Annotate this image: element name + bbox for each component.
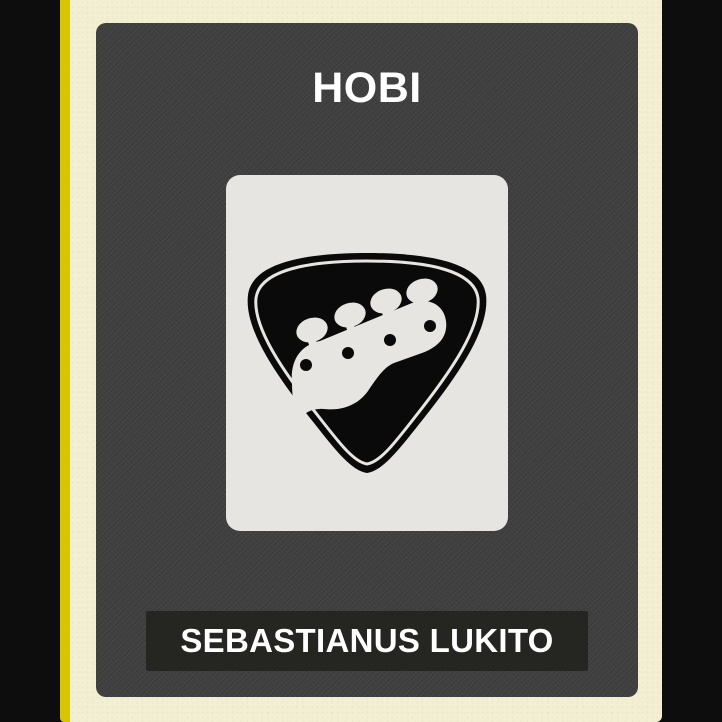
card-accent-bar bbox=[60, 0, 70, 722]
name-plate: SEBASTIANUS LUKITO bbox=[146, 611, 588, 671]
card-title: HOBI bbox=[312, 64, 422, 112]
card-panel: HOBI SEBASTIANUS LUKITO bbox=[96, 23, 638, 697]
person-name: SEBASTIANUS LUKITO bbox=[180, 622, 554, 659]
icon-tile bbox=[226, 175, 508, 531]
hobby-card[interactable]: HOBI SEBASTIANUS LUKITO bbox=[60, 0, 662, 722]
guitar-pick-bass-headstock-icon bbox=[247, 253, 487, 473]
screen: HOBI SEBASTIANUS LUKITO bbox=[0, 0, 722, 722]
